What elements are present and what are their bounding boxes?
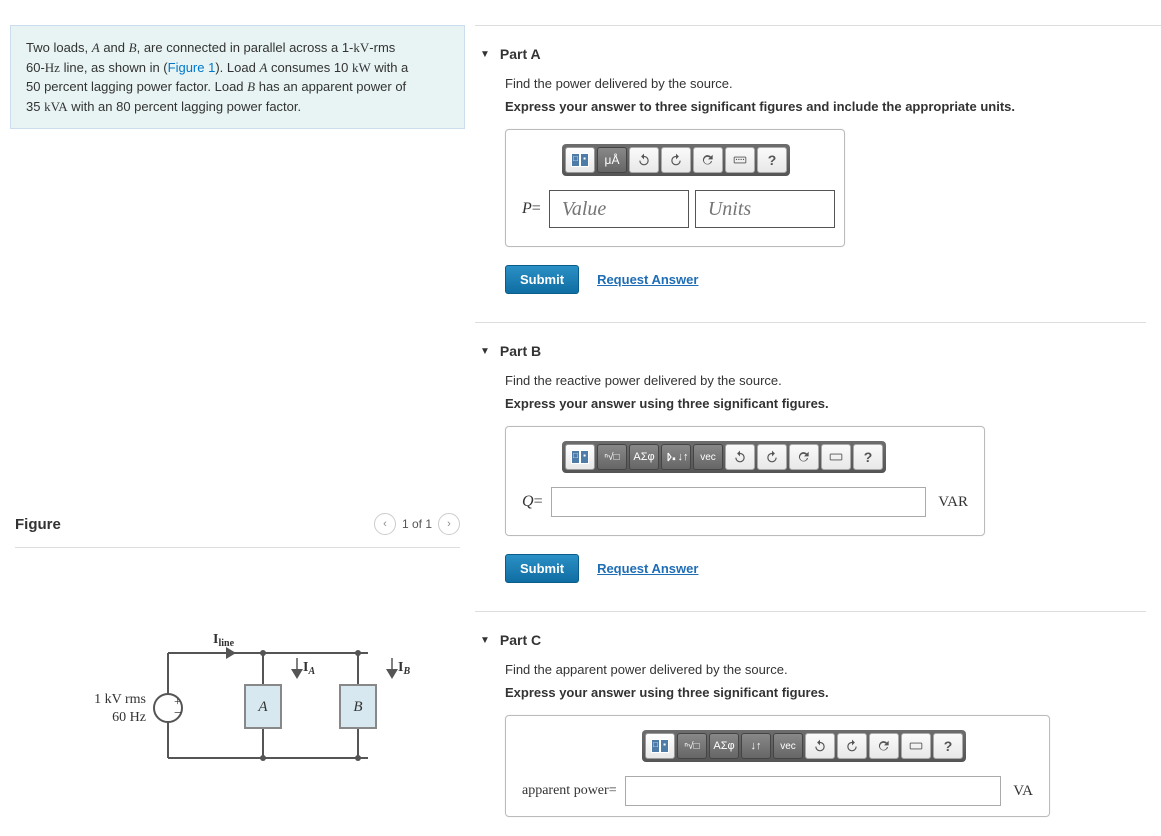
variable-label: P = — [522, 190, 549, 228]
redo-button[interactable] — [661, 147, 691, 173]
greek-button[interactable]: ΑΣφ — [709, 733, 739, 759]
answer-toolbar: □▪ μÅ ? — [562, 144, 790, 176]
value-input[interactable] — [625, 776, 1002, 806]
variable-label: Q = — [522, 487, 551, 517]
svg-text:60 Hz: 60 Hz — [112, 710, 146, 725]
units-button[interactable]: μÅ — [597, 147, 627, 173]
keyboard-button[interactable] — [901, 733, 931, 759]
templates-button[interactable]: □▪ — [565, 147, 595, 173]
help-button[interactable]: ? — [933, 733, 963, 759]
svg-text:IB: IB — [398, 660, 410, 677]
value-input[interactable] — [551, 487, 927, 517]
math-button[interactable]: ⁿ√□ — [677, 733, 707, 759]
part-title: Part A — [500, 46, 541, 62]
vector-button[interactable]: vec — [773, 733, 803, 759]
request-answer-link[interactable]: Request Answer — [597, 561, 698, 576]
svg-text:−: − — [174, 706, 182, 721]
reset-button[interactable] — [869, 733, 899, 759]
part-b: ▼ Part B Find the reactive power deliver… — [475, 323, 1146, 612]
templates-button[interactable]: □▪ — [645, 733, 675, 759]
svg-text:IA: IA — [303, 660, 315, 677]
part-title: Part B — [500, 343, 541, 359]
submit-button[interactable]: Submit — [505, 265, 579, 294]
part-a: ▼ Part A Find the power delivered by the… — [475, 26, 1146, 323]
request-answer-link[interactable]: Request Answer — [597, 272, 698, 287]
collapse-icon[interactable]: ▼ — [480, 346, 490, 357]
instruction-text: Express your answer using three signific… — [505, 685, 1146, 700]
answer-toolbar: □▪ ⁿ√□ ΑΣφ ↓↑ vec ? — [562, 441, 886, 473]
templates-button[interactable]: □▪ — [565, 444, 595, 470]
figure-next-button[interactable]: › — [438, 513, 460, 535]
redo-button[interactable] — [757, 444, 787, 470]
part-c: ▼ Part C Find the apparent power deliver… — [475, 612, 1146, 817]
undo-button[interactable] — [629, 147, 659, 173]
collapse-icon[interactable]: ▼ — [480, 635, 490, 646]
circuit-diagram: 1 kV rms 60 Hz + − Iline IA IB A B — [38, 603, 438, 783]
greek-button[interactable]: ΑΣφ — [629, 444, 659, 470]
svg-text:1 kV rms: 1 kV rms — [94, 692, 146, 707]
answer-toolbar: □▪ ⁿ√□ ΑΣφ ↓↑ vec ? — [642, 730, 966, 762]
unit-suffix: VA — [1001, 776, 1033, 806]
units-input[interactable] — [695, 190, 835, 228]
problem-statement: Two loads, A and B, are connected in par… — [10, 25, 465, 129]
instruction-text: Express your answer using three signific… — [505, 396, 1146, 411]
subscript-button[interactable]: ↓↑ — [661, 444, 691, 470]
redo-button[interactable] — [837, 733, 867, 759]
unit-suffix: VAR — [926, 487, 968, 517]
part-title: Part C — [500, 632, 541, 648]
svg-text:B: B — [353, 699, 362, 715]
variable-label: apparent power = — [522, 776, 625, 806]
figure-title: Figure — [15, 516, 61, 533]
svg-text:A: A — [257, 699, 268, 715]
question-text: Find the reactive power delivered by the… — [505, 373, 1146, 388]
undo-button[interactable] — [805, 733, 835, 759]
question-text: Find the power delivered by the source. — [505, 76, 1146, 91]
reset-button[interactable] — [693, 147, 723, 173]
figure-prev-button[interactable]: ‹ — [374, 513, 396, 535]
reset-button[interactable] — [789, 444, 819, 470]
figure-counter: 1 of 1 — [402, 517, 432, 531]
vector-button[interactable]: vec — [693, 444, 723, 470]
instruction-text: Express your answer to three significant… — [505, 99, 1146, 114]
value-input[interactable] — [549, 190, 689, 228]
collapse-icon[interactable]: ▼ — [480, 49, 490, 60]
keyboard-button[interactable] — [821, 444, 851, 470]
math-button[interactable]: ⁿ√□ — [597, 444, 627, 470]
help-button[interactable]: ? — [757, 147, 787, 173]
svg-text:Iline: Iline — [213, 632, 235, 649]
keyboard-button[interactable] — [725, 147, 755, 173]
figure-link[interactable]: Figure 1 — [168, 60, 216, 75]
question-text: Find the apparent power delivered by the… — [505, 662, 1146, 677]
submit-button[interactable]: Submit — [505, 554, 579, 583]
help-button[interactable]: ? — [853, 444, 883, 470]
figure-nav: ‹ 1 of 1 › — [374, 513, 460, 535]
undo-button[interactable] — [725, 444, 755, 470]
subscript-button[interactable]: ↓↑ — [741, 733, 771, 759]
